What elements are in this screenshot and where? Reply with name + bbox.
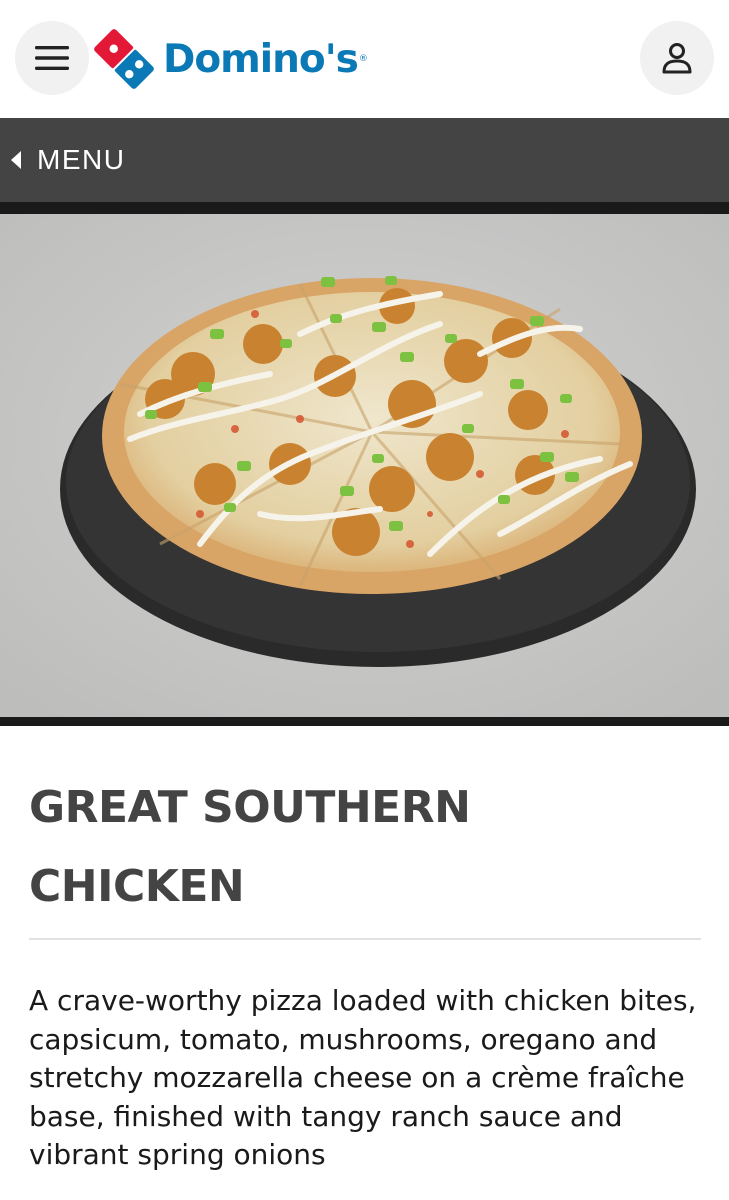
pizza-image	[0, 214, 729, 717]
registered-mark-icon: ®	[358, 54, 368, 64]
hamburger-menu-icon	[35, 46, 69, 70]
back-to-menu-link[interactable]: MENU	[0, 118, 729, 202]
dominos-logo[interactable]: Domino's ®	[93, 29, 368, 89]
product-image	[0, 214, 729, 717]
hamburger-menu-button[interactable]	[15, 21, 89, 95]
person-icon	[662, 43, 692, 74]
top-header: Domino's ®	[0, 0, 729, 119]
image-top-border	[0, 202, 729, 214]
back-to-menu-label: MENU	[37, 144, 126, 175]
account-button[interactable]	[640, 21, 714, 95]
domino-tile-icon	[94, 29, 154, 89]
brand-name: Domino's	[163, 36, 359, 82]
product-title: GREAT SOUTHERN CHICKEN	[29, 782, 471, 912]
image-bottom-border	[0, 717, 729, 726]
product-description: A crave-worthy pizza loaded with chicken…	[29, 984, 697, 1171]
title-divider	[29, 938, 701, 940]
back-arrow-icon	[11, 151, 21, 169]
